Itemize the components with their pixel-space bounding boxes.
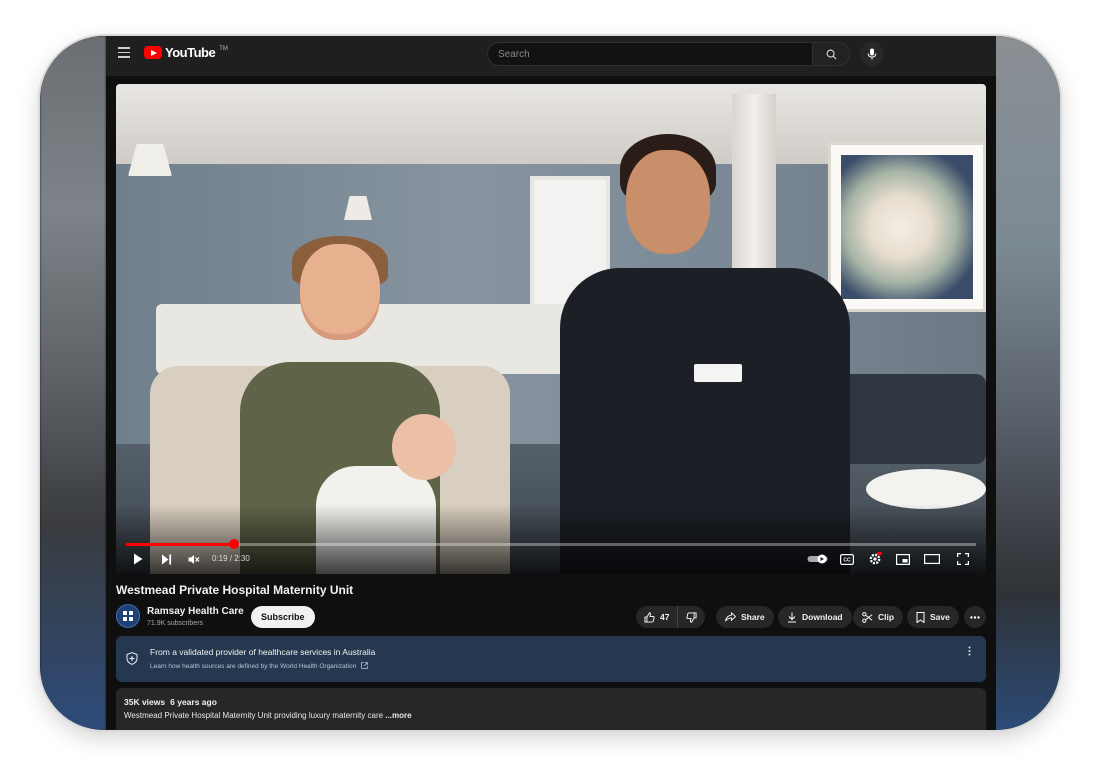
captions-icon: CC: [840, 553, 854, 565]
logo-trademark: TM: [219, 45, 228, 52]
search-button[interactable]: [813, 42, 850, 66]
external-link-icon: [361, 662, 368, 669]
next-button[interactable]: [158, 550, 174, 568]
health-source-title: From a validated provider of healthcare …: [150, 647, 376, 657]
video-meta: 35K views 6 years ago: [124, 697, 217, 707]
play-icon: [134, 553, 143, 565]
scissors-icon: [862, 611, 873, 623]
share-button[interactable]: Share: [716, 606, 774, 628]
save-button[interactable]: Save: [907, 606, 959, 628]
theater-mode-button[interactable]: [922, 550, 942, 568]
like-button[interactable]: 47: [636, 606, 679, 628]
search-input[interactable]: [488, 43, 812, 65]
miniplayer-button[interactable]: [894, 550, 912, 568]
health-source-panel: From a validated provider of healthcare …: [116, 636, 986, 682]
gear-icon: [869, 552, 882, 565]
share-icon: [725, 612, 736, 622]
show-more-link[interactable]: ...more: [383, 711, 411, 720]
more-actions-button[interactable]: [964, 606, 986, 628]
subscribe-button[interactable]: Subscribe: [251, 606, 315, 628]
device-frame: YouTube TM Search 0:19 / 2:30 CC Westmea…: [40, 36, 1060, 730]
thumbs-down-icon: [686, 611, 698, 623]
logo-text: YouTube: [165, 45, 216, 60]
more-vertical-icon: [968, 646, 971, 656]
description-text: Westmead Private Hospital Maternity Unit…: [124, 711, 412, 720]
channel-avatar[interactable]: [116, 604, 140, 628]
skip-next-icon: [161, 554, 171, 564]
video-scene-table: [866, 469, 986, 509]
description-snippet: Westmead Private Hospital Maternity Unit…: [124, 711, 384, 720]
bookmark-icon: [916, 611, 925, 623]
svg-text:CC: CC: [843, 557, 851, 563]
microphone-icon: [867, 48, 877, 60]
search-box: [487, 42, 813, 66]
fullscreen-button[interactable]: [954, 550, 972, 568]
share-label: Share: [741, 612, 765, 622]
youtube-play-icon: [144, 46, 162, 59]
top-bar: YouTube TM: [106, 36, 996, 76]
time-display: 0:19 / 2:30: [212, 554, 250, 563]
miniplayer-icon: [896, 553, 910, 565]
blurred-backdrop-left: [40, 36, 106, 730]
panel-menu-button[interactable]: [968, 646, 971, 659]
video-player[interactable]: 0:19 / 2:30 CC: [116, 84, 986, 574]
progress-played: [126, 543, 234, 546]
play-button[interactable]: [130, 550, 146, 568]
health-source-link-text: Learn how health sources are defined by …: [150, 663, 357, 670]
channel-name[interactable]: Ramsay Health Care: [147, 606, 244, 617]
save-label: Save: [930, 612, 950, 622]
progress-scrubber[interactable]: [228, 539, 239, 549]
more-horizontal-icon: [970, 615, 980, 619]
download-button[interactable]: Download: [778, 606, 852, 628]
settings-button[interactable]: [866, 550, 884, 568]
captions-button[interactable]: CC: [838, 550, 856, 568]
volume-muted-icon: [188, 554, 200, 564]
blurred-backdrop-right: [994, 36, 1060, 730]
health-source-link[interactable]: Learn how health sources are defined by …: [150, 662, 368, 670]
search-icon: [826, 49, 836, 59]
autoplay-toggle-icon: [807, 554, 828, 564]
fullscreen-icon: [957, 553, 969, 565]
video-title: Westmead Private Hospital Maternity Unit: [116, 583, 354, 597]
view-count: 35K views: [124, 697, 166, 707]
voice-search-button[interactable]: [860, 42, 884, 66]
shield-plus-icon: [126, 652, 138, 665]
like-dislike-group: 47: [636, 606, 706, 628]
description-box[interactable]: 35K views 6 years ago Westmead Private Ho…: [116, 688, 986, 730]
upload-age: 6 years ago: [170, 697, 217, 707]
hamburger-menu-icon[interactable]: [118, 47, 130, 59]
youtube-logo[interactable]: YouTube TM: [144, 45, 228, 60]
mute-button[interactable]: [186, 550, 202, 568]
clip-button[interactable]: Clip: [853, 606, 904, 628]
youtube-window: YouTube TM Search 0:19 / 2:30 CC Westmea…: [106, 36, 996, 730]
autoplay-toggle[interactable]: [806, 550, 830, 568]
download-icon: [788, 612, 796, 622]
download-label: Download: [802, 612, 843, 622]
ramsay-logo-icon: [123, 611, 133, 621]
video-scene-painting: [828, 142, 986, 312]
clip-label: Clip: [878, 612, 895, 622]
subscriber-count: 71.9K subscribers: [147, 620, 204, 627]
theater-mode-icon: [924, 554, 940, 564]
progress-bar[interactable]: [126, 539, 976, 549]
thumbs-up-icon: [644, 611, 655, 623]
dislike-button[interactable]: [678, 606, 705, 628]
like-count: 47: [660, 612, 670, 622]
